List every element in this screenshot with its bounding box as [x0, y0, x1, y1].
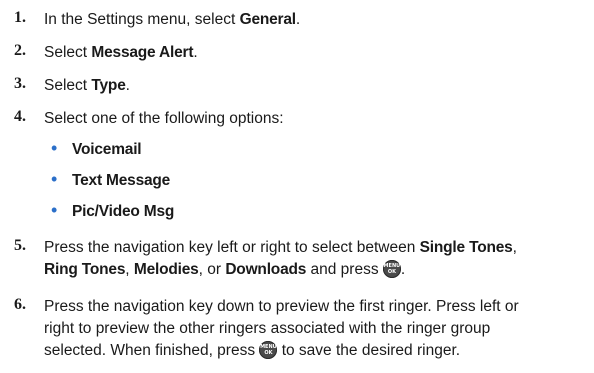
step-text-plain: , [512, 239, 517, 256]
bullet-icon: • [51, 200, 58, 220]
option-label: Pic/Video Msg [72, 203, 175, 220]
step-line: Ring Tones, Melodies, or Downloads and p… [44, 259, 589, 281]
step-number: 1. [14, 9, 26, 26]
step-line: right to preview the other ringers assoc… [44, 320, 491, 337]
step-text-plain: Press the navigation key left or right t… [44, 239, 420, 256]
option-label: Voicemail [72, 141, 142, 158]
step-text-plain: . [295, 11, 301, 28]
step-line: Press the navigation key left or right t… [44, 237, 589, 259]
step-text-plain: , [125, 261, 134, 278]
step-text-bold: Ring Tones [44, 261, 126, 278]
step-text-bold: Type [91, 77, 126, 94]
step-text-plain: . [400, 261, 406, 278]
step-number: 6. [14, 296, 26, 313]
step-text: In the Settings menu, select General. [44, 9, 589, 31]
step-line: Press the navigation key down to preview… [44, 298, 519, 315]
menu-ok-key-icon: MENU OK [259, 341, 278, 359]
step-text-plain: . [193, 44, 198, 61]
key-label: OK [264, 350, 273, 356]
step-number: 2. [14, 42, 26, 59]
option-label: Text Message [72, 172, 171, 189]
step-text-bold: Melodies [133, 261, 199, 278]
step-text-plain: Select [44, 44, 92, 61]
step-number: 3. [14, 75, 26, 92]
step-text-plain: In the Settings menu, select [44, 11, 240, 28]
step-text: Press the navigation key down to preview… [44, 296, 589, 362]
step-number: 5. [14, 237, 26, 254]
menu-ok-key-icon: MENU OK [382, 260, 401, 278]
bullet-icon: • [51, 138, 58, 158]
step-text-plain: to save the desired ringer. [277, 342, 461, 359]
bullet-icon: • [51, 169, 58, 189]
step-text-plain: , or [198, 261, 226, 278]
step-number: 4. [14, 108, 26, 125]
step-text: Select one of the following options: [44, 110, 284, 127]
step-text-bold: Downloads [225, 261, 307, 278]
step-text-plain: and press [306, 261, 383, 278]
step-text: Press the navigation key left or right t… [44, 237, 589, 281]
step-text: Select Message Alert. [44, 42, 589, 64]
step-text-bold: Single Tones [419, 239, 513, 256]
step-text-bold: Message Alert [91, 44, 194, 61]
step-text-plain: selected. When finished, press [44, 342, 260, 359]
step-line: selected. When finished, press MENU OK to… [44, 340, 589, 362]
key-label: OK [387, 269, 396, 275]
step-text: Select Type. [44, 75, 589, 97]
step-text-bold: General [239, 11, 297, 28]
step-text-plain: . [125, 77, 130, 94]
step-text-plain: Select [44, 77, 92, 94]
instruction-list: 1. In the Settings menu, select General.… [0, 0, 594, 373]
